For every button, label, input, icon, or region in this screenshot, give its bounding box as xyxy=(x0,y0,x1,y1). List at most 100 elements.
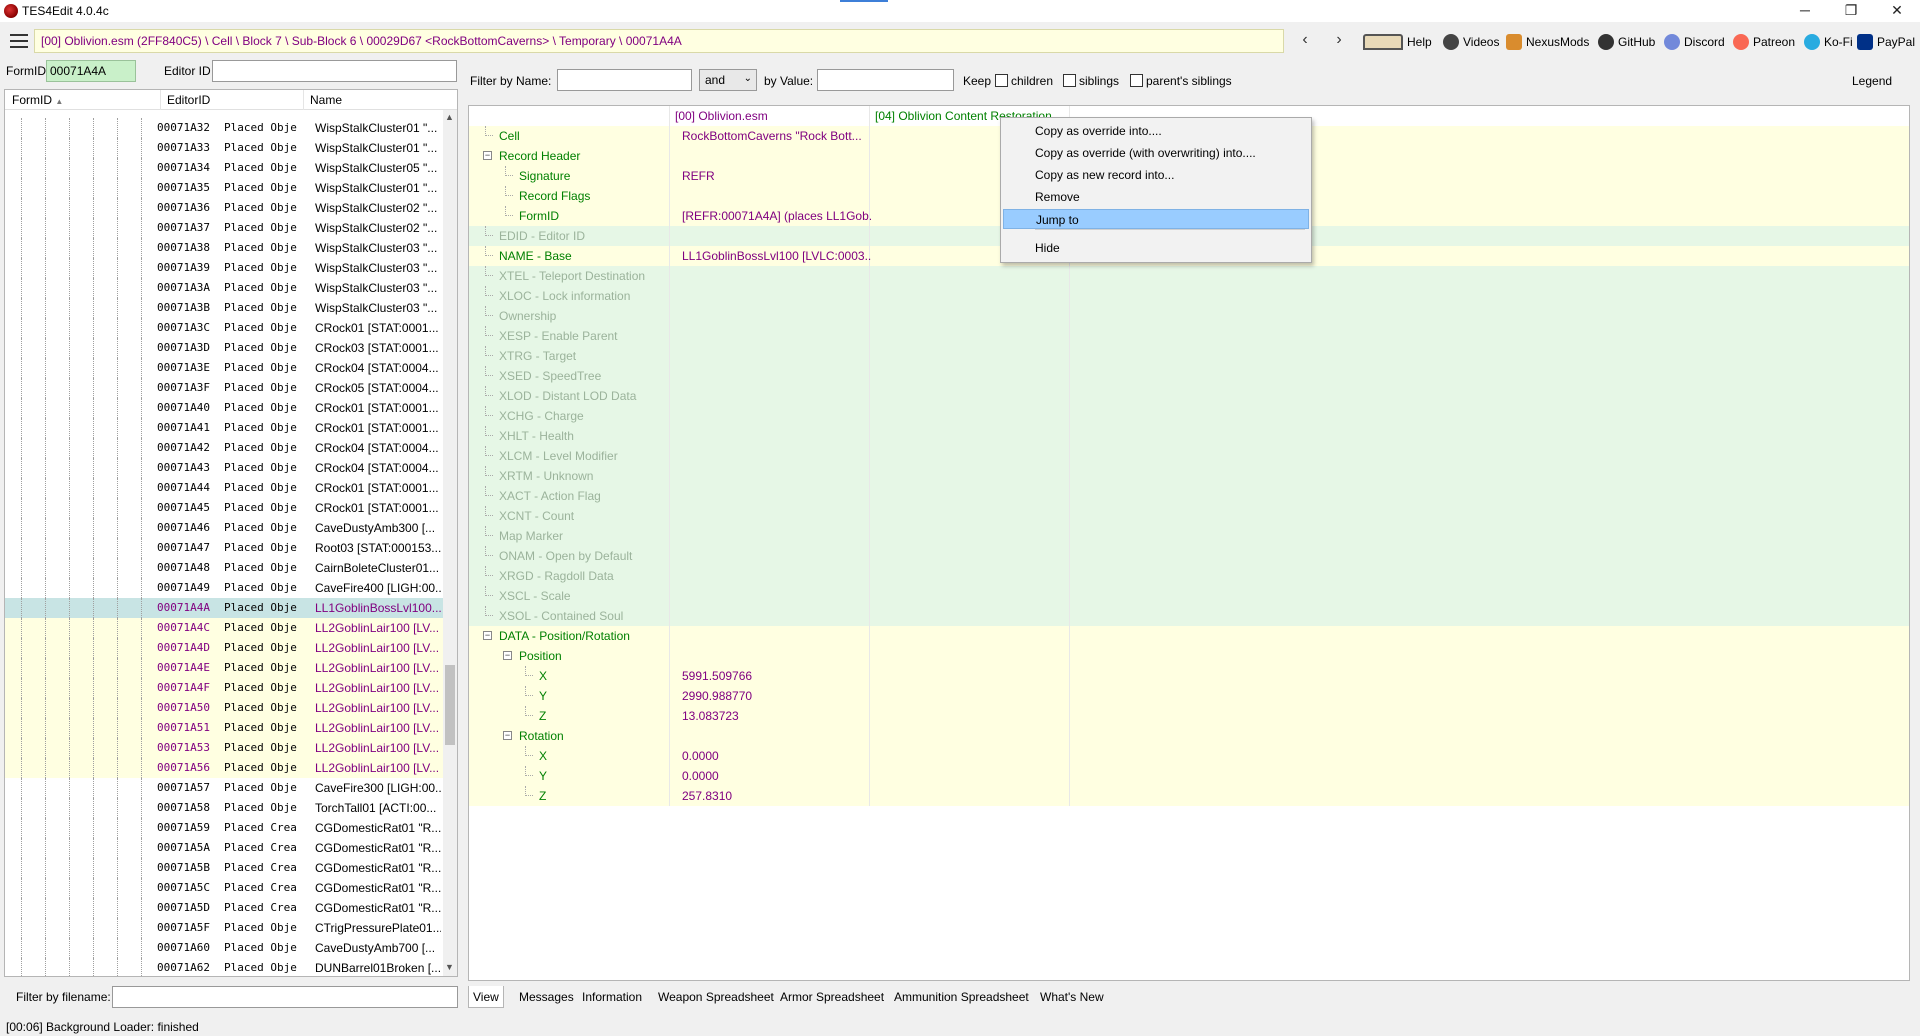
field-value[interactable]: 5991.509766 xyxy=(682,666,872,686)
filter-by-value-input[interactable] xyxy=(817,69,954,91)
collapse-icon[interactable]: − xyxy=(503,731,512,740)
table-row[interactable]: 00071A53 Placed Obje LL2GoblinLair100 [LV.… xyxy=(5,738,445,758)
view-row[interactable]: XACT - Action Flag xyxy=(469,486,1909,506)
view-row[interactable]: XLOC - Lock information xyxy=(469,286,1909,306)
table-row[interactable]: 00071A38 Placed Obje WispStalkCluster03 ".… xyxy=(5,238,445,258)
table-row[interactable]: 00071A3B Placed Obje WispStalkCluster03 ".… xyxy=(5,298,445,318)
table-row[interactable]: 00071A46 Placed Obje CaveDustyAmb300 [... xyxy=(5,518,445,538)
table-row[interactable]: 00071A4F Placed Obje LL2GoblinLair100 [LV.… xyxy=(5,678,445,698)
videos-link[interactable]: Videos xyxy=(1443,33,1499,51)
tab-view[interactable]: View xyxy=(468,986,504,1008)
tab-armor-spreadsheet[interactable]: Armor Spreadsheet xyxy=(776,986,888,1008)
column-header-name[interactable]: Name xyxy=(310,93,342,107)
table-row[interactable]: 00071A36 Placed Obje WispStalkCluster02 ".… xyxy=(5,198,445,218)
table-row[interactable]: 00071A32 Placed Obje WispStalkCluster01 ".… xyxy=(5,118,445,138)
siblings-checkbox[interactable] xyxy=(1063,74,1076,87)
view-row[interactable]: XCHG - Charge xyxy=(469,406,1909,426)
view-row[interactable]: XSOL - Contained Soul xyxy=(469,606,1909,626)
table-row[interactable]: 00071A4A Placed Obje LL1GoblinBossLvl100..… xyxy=(5,598,445,618)
view-row[interactable]: XESP - Enable Parent xyxy=(469,326,1909,346)
table-row[interactable]: 00071A35 Placed Obje WispStalkCluster01 ".… xyxy=(5,178,445,198)
table-row[interactable]: 00071A4C Placed Obje LL2GoblinLair100 [LV.… xyxy=(5,618,445,638)
paypal-link[interactable]: PayPal xyxy=(1857,33,1915,51)
table-row[interactable]: 00071A62 Placed Obje DUNBarrel01Broken [..… xyxy=(5,958,445,976)
view-row[interactable]: − DATA - Position/Rotation xyxy=(469,626,1909,646)
table-row[interactable]: 00071A3F Placed Obje CRock05 [STAT:0004... xyxy=(5,378,445,398)
filter-by-name-input[interactable] xyxy=(557,69,692,91)
table-row[interactable]: 00071A4E Placed Obje LL2GoblinLair100 [LV.… xyxy=(5,658,445,678)
table-row[interactable]: 00071A48 Placed Obje CairnBoleteCluster01.… xyxy=(5,558,445,578)
menu-item-copy-as-override[interactable]: Copy as override into.... xyxy=(1003,121,1309,141)
view-row[interactable]: XCNT - Count xyxy=(469,506,1909,526)
column-header-formid[interactable]: FormID ▲ xyxy=(12,93,63,107)
view-column-oblivion[interactable]: [00] Oblivion.esm xyxy=(675,106,768,126)
legend-button[interactable]: Legend xyxy=(1852,74,1892,88)
table-row[interactable]: 00071A40 Placed Obje CRock01 [STAT:0001... xyxy=(5,398,445,418)
formid-input[interactable]: 00071A4A xyxy=(46,60,136,82)
column-header-editorid[interactable]: EditorID xyxy=(167,93,210,107)
view-row[interactable]: XHLT - Health xyxy=(469,426,1909,446)
table-row[interactable]: 00071A5D Placed Crea CGDomesticRat01 "R... xyxy=(5,898,445,918)
menu-item-jump-to[interactable]: Jump to xyxy=(1003,209,1309,229)
table-row[interactable]: 00071A50 Placed Obje LL2GoblinLair100 [LV.… xyxy=(5,698,445,718)
record-tree[interactable]: FormID ▲ EditorID Name 00071A32 Placed Ob… xyxy=(4,89,458,977)
table-row[interactable]: 00071A57 Placed Obje CaveFire300 [LIGH:00.… xyxy=(5,778,445,798)
view-row[interactable]: Y 2990.988770 xyxy=(469,686,1909,706)
view-row[interactable]: Z 13.083723 xyxy=(469,706,1909,726)
collapse-icon[interactable]: − xyxy=(483,151,492,160)
table-row[interactable]: 00071A5F Placed Obje CTrigPressurePlate01.… xyxy=(5,918,445,938)
table-row[interactable]: 00071A5C Placed Crea CGDomesticRat01 "R... xyxy=(5,878,445,898)
table-row[interactable]: 00071A34 Placed Obje WispStalkCluster05 ".… xyxy=(5,158,445,178)
menu-item-copy-as-new-record[interactable]: Copy as new record into... xyxy=(1003,165,1309,185)
table-row[interactable]: 00071A5A Placed Crea CGDomesticRat01 "R... xyxy=(5,838,445,858)
view-row[interactable]: − Position xyxy=(469,646,1909,666)
view-row[interactable]: XSCL - Scale xyxy=(469,586,1909,606)
editorid-input[interactable] xyxy=(212,60,457,82)
table-row[interactable]: 00071A47 Placed Obje Root03 [STAT:000153..… xyxy=(5,538,445,558)
table-row[interactable]: 00071A3D Placed Obje CRock03 [STAT:0001... xyxy=(5,338,445,358)
menu-item-copy-as-override-overwriting[interactable]: Copy as override (with overwriting) into… xyxy=(1003,143,1309,163)
tab-whats-new[interactable]: What's New xyxy=(1036,986,1108,1008)
view-row[interactable]: XRGD - Ragdoll Data xyxy=(469,566,1909,586)
view-row[interactable]: Map Marker xyxy=(469,526,1909,546)
tab-information[interactable]: Information xyxy=(578,986,646,1008)
field-value[interactable]: 13.083723 xyxy=(682,706,872,726)
close-button[interactable]: ✕ xyxy=(1874,0,1920,22)
back-arrow-icon[interactable]: ‹ xyxy=(1295,31,1315,51)
table-row[interactable]: 00071A51 Placed Obje LL2GoblinLair100 [LV.… xyxy=(5,718,445,738)
table-row[interactable]: 00071A3E Placed Obje CRock04 [STAT:0004... xyxy=(5,358,445,378)
tab-ammunition-spreadsheet[interactable]: Ammunition Spreadsheet xyxy=(890,986,1033,1008)
table-row[interactable]: 00071A56 Placed Obje LL2GoblinLair100 [LV.… xyxy=(5,758,445,778)
view-row[interactable]: XRTM - Unknown xyxy=(469,466,1909,486)
kofi-link[interactable]: Ko-Fi xyxy=(1804,33,1853,51)
discord-link[interactable]: Discord xyxy=(1664,33,1725,51)
view-row[interactable]: − Rotation xyxy=(469,726,1909,746)
help-link[interactable]: Help xyxy=(1363,33,1432,51)
view-row[interactable]: XTRG - Target xyxy=(469,346,1909,366)
field-value[interactable]: 257.8310 xyxy=(682,786,872,806)
menu-item-hide[interactable]: Hide xyxy=(1003,238,1309,258)
view-row[interactable]: Ownership xyxy=(469,306,1909,326)
github-link[interactable]: GitHub xyxy=(1598,33,1655,51)
filename-filter-input[interactable] xyxy=(112,986,458,1008)
view-row[interactable]: XSED - SpeedTree xyxy=(469,366,1909,386)
nexusmods-link[interactable]: NexusMods xyxy=(1506,33,1589,51)
table-row[interactable]: 00071A58 Placed Obje TorchTall01 [ACTI:00.… xyxy=(5,798,445,818)
field-value[interactable]: 2990.988770 xyxy=(682,686,872,706)
table-row[interactable]: 00071A43 Placed Obje CRock04 [STAT:0004... xyxy=(5,458,445,478)
logic-select[interactable]: and ⌄ xyxy=(699,69,757,91)
collapse-icon[interactable]: − xyxy=(483,631,492,640)
view-row[interactable]: X 0.0000 xyxy=(469,746,1909,766)
hamburger-menu-icon[interactable] xyxy=(8,30,30,52)
scroll-thumb[interactable] xyxy=(445,665,455,745)
table-row[interactable]: 00071A5B Placed Crea CGDomesticRat01 "R... xyxy=(5,858,445,878)
parents-siblings-checkbox[interactable] xyxy=(1130,74,1143,87)
table-row[interactable]: 00071A45 Placed Obje CRock01 [STAT:0001... xyxy=(5,498,445,518)
table-row[interactable]: 00071A59 Placed Crea CGDomesticRat01 "R... xyxy=(5,818,445,838)
field-value[interactable]: [REFR:00071A4A] (places LL1Gob... xyxy=(682,206,872,226)
table-row[interactable]: 00071A39 Placed Obje WispStalkCluster03 ".… xyxy=(5,258,445,278)
tab-weapon-spreadsheet[interactable]: Weapon Spreadsheet xyxy=(654,986,778,1008)
minimize-button[interactable]: ─ xyxy=(1782,0,1828,22)
table-row[interactable]: 00071A3A Placed Obje WispStalkCluster03 ".… xyxy=(5,278,445,298)
view-row[interactable]: X 5991.509766 xyxy=(469,666,1909,686)
